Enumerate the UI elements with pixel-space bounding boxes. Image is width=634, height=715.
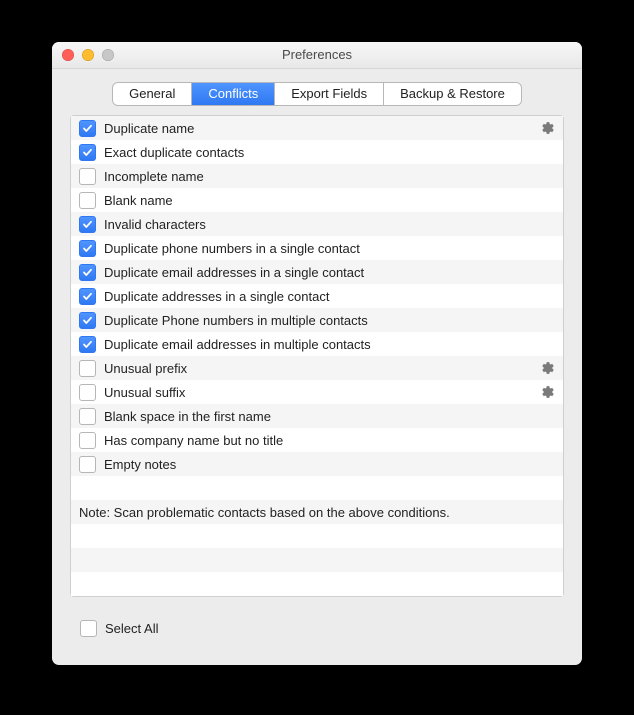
conflict-label: Empty notes	[104, 457, 555, 472]
conflict-checkbox[interactable]	[79, 384, 96, 401]
conflict-label: Duplicate email addresses in multiple co…	[104, 337, 555, 352]
list-item: Duplicate email addresses in multiple co…	[71, 332, 563, 356]
conflict-checkbox[interactable]	[79, 240, 96, 257]
tab-conflicts[interactable]: Conflicts	[191, 83, 274, 105]
list-item: Incomplete name	[71, 164, 563, 188]
list-item: Empty notes	[71, 452, 563, 476]
list-item: Invalid characters	[71, 212, 563, 236]
note-row: Note: Scan problematic contacts based on…	[71, 500, 563, 524]
conflict-label: Has company name but no title	[104, 433, 555, 448]
list-item: Unusual prefix	[71, 356, 563, 380]
select-all-label: Select All	[105, 621, 158, 636]
window-title: Preferences	[52, 42, 582, 68]
blank-row	[71, 476, 563, 500]
conflict-label: Invalid characters	[104, 217, 555, 232]
list-item: Duplicate Phone numbers in multiple cont…	[71, 308, 563, 332]
conflict-checkbox[interactable]	[79, 408, 96, 425]
tab-segmented-control: General Conflicts Export Fields Backup &…	[113, 83, 521, 105]
conflict-label: Blank space in the first name	[104, 409, 555, 424]
gear-icon[interactable]	[541, 385, 555, 399]
conflict-checkbox[interactable]	[79, 168, 96, 185]
list-item: Duplicate phone numbers in a single cont…	[71, 236, 563, 260]
conflict-label: Duplicate email addresses in a single co…	[104, 265, 555, 280]
conflict-checkbox[interactable]	[79, 264, 96, 281]
list-item: Exact duplicate contacts	[71, 140, 563, 164]
gear-icon[interactable]	[541, 121, 555, 135]
conflict-checkbox[interactable]	[79, 216, 96, 233]
tab-general[interactable]: General	[113, 83, 191, 105]
list-item: Has company name but no title	[71, 428, 563, 452]
conflict-label: Duplicate name	[104, 121, 535, 136]
tabs-row: General Conflicts Export Fields Backup &…	[52, 69, 582, 115]
list-item: Blank space in the first name	[71, 404, 563, 428]
footer: Select All	[52, 613, 582, 651]
conflict-checkbox[interactable]	[79, 288, 96, 305]
conflict-checkbox[interactable]	[79, 456, 96, 473]
note-text: Note: Scan problematic contacts based on…	[79, 505, 450, 520]
conflict-label: Duplicate phone numbers in a single cont…	[104, 241, 555, 256]
list-item: Blank name	[71, 188, 563, 212]
conflict-checkbox[interactable]	[79, 144, 96, 161]
list-item: Duplicate addresses in a single contact	[71, 284, 563, 308]
conflict-checkbox[interactable]	[79, 360, 96, 377]
conflict-checkbox[interactable]	[79, 336, 96, 353]
conflicts-list: Duplicate name Exact duplicate contacts In…	[71, 116, 563, 596]
list-item: Unusual suffix	[71, 380, 563, 404]
blank-row	[71, 572, 563, 596]
gear-icon[interactable]	[541, 361, 555, 375]
list-item: Duplicate name	[71, 116, 563, 140]
conflict-checkbox[interactable]	[79, 312, 96, 329]
blank-row	[71, 548, 563, 572]
tab-backup-restore[interactable]: Backup & Restore	[383, 83, 521, 105]
conflict-label: Duplicate Phone numbers in multiple cont…	[104, 313, 555, 328]
conflict-checkbox[interactable]	[79, 192, 96, 209]
blank-row	[71, 524, 563, 548]
conflict-label: Blank name	[104, 193, 555, 208]
conflict-label: Exact duplicate contacts	[104, 145, 555, 160]
conflict-checkbox[interactable]	[79, 432, 96, 449]
titlebar: Preferences	[52, 42, 582, 69]
select-all-checkbox[interactable]	[80, 620, 97, 637]
conflict-label: Unusual prefix	[104, 361, 535, 376]
conflict-label: Incomplete name	[104, 169, 555, 184]
conflict-label: Unusual suffix	[104, 385, 535, 400]
conflict-label: Duplicate addresses in a single contact	[104, 289, 555, 304]
list-item: Duplicate email addresses in a single co…	[71, 260, 563, 284]
tab-export-fields[interactable]: Export Fields	[274, 83, 383, 105]
conflicts-panel: Duplicate name Exact duplicate contacts In…	[70, 115, 564, 597]
conflict-checkbox[interactable]	[79, 120, 96, 137]
preferences-window: Preferences General Conflicts Export Fie…	[52, 42, 582, 665]
